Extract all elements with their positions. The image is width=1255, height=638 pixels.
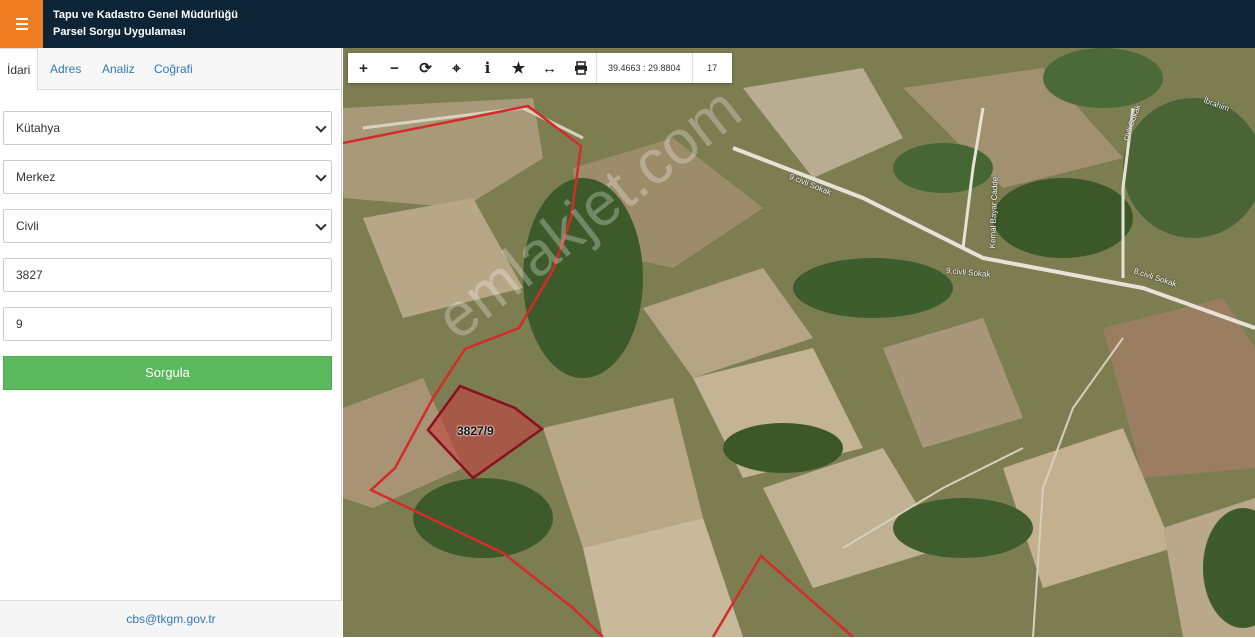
map-toolbar: + − ⟳ ⌖ i ★ ↔ 39.4663 : 29.8804 17 [348, 53, 732, 83]
print-button[interactable] [565, 53, 596, 83]
il-select-value: Kütahya [16, 121, 61, 135]
zoom-out-button[interactable]: − [379, 53, 410, 83]
app-title-line1: Tapu ve Kadastro Genel Müdürlüğü [53, 9, 238, 21]
tab-analiz[interactable]: Analiz [102, 48, 135, 91]
zoom-in-button[interactable]: + [348, 53, 379, 83]
measure-icon: ↔ [542, 59, 557, 77]
sorgula-button[interactable]: Sorgula [3, 356, 332, 390]
menu-button[interactable] [0, 0, 43, 48]
mahalle-select[interactable]: Civli [3, 209, 332, 243]
parsel-input-value: 9 [16, 317, 23, 331]
tab-idari[interactable]: İdari [0, 48, 39, 91]
zoom-level: 17 [691, 53, 732, 83]
plus-icon: + [359, 59, 368, 77]
refresh-button[interactable]: ⟳ [410, 53, 441, 83]
tab-adres[interactable]: Adres [50, 48, 81, 91]
refresh-icon: ⟳ [419, 60, 432, 77]
parcel-label: 3827/9 [457, 424, 494, 438]
map-view[interactable]: emlakjet.com 9.civli Sokak Kemal Bayar C… [343, 48, 1255, 637]
chevron-down-icon [315, 121, 327, 133]
tab-bar: İdari Adres Analiz Coğrafi [0, 48, 341, 91]
sidebar: İdari Adres Analiz Coğrafi Kütahya Merke… [0, 48, 342, 637]
top-bar: Tapu ve Kadastro Genel Müdürlüğü Parsel … [0, 0, 1255, 48]
coordinate-readout: 39.4663 : 29.8804 [596, 53, 692, 83]
ada-input-value: 3827 [16, 268, 43, 282]
favorite-button[interactable]: ★ [503, 53, 534, 83]
measure-button[interactable]: ↔ [534, 53, 565, 83]
minus-icon: − [390, 59, 399, 77]
hamburger-icon [15, 17, 28, 32]
ilce-select[interactable]: Merkez [3, 160, 332, 194]
chevron-down-icon [315, 219, 327, 231]
crosshair-icon: ⌖ [452, 59, 461, 77]
il-select[interactable]: Kütahya [3, 111, 332, 145]
ada-input[interactable]: 3827 [3, 258, 332, 292]
tab-cografi[interactable]: Coğrafi [154, 48, 193, 91]
star-icon: ★ [511, 60, 526, 77]
mahalle-select-value: Civli [16, 219, 39, 233]
app-title: Tapu ve Kadastro Genel Müdürlüğü Parsel … [53, 7, 238, 41]
footer-email-link[interactable]: cbs@tkgm.gov.tr [0, 600, 342, 637]
info-button[interactable]: i [472, 53, 503, 83]
app-title-line2: Parsel Sorgu Uygulaması [53, 26, 186, 38]
print-icon [574, 61, 587, 75]
info-icon: i [484, 59, 491, 77]
parsel-input[interactable]: 9 [3, 307, 332, 341]
ilce-select-value: Merkez [16, 170, 56, 184]
chevron-down-icon [315, 170, 327, 182]
locate-button[interactable]: ⌖ [441, 53, 472, 83]
